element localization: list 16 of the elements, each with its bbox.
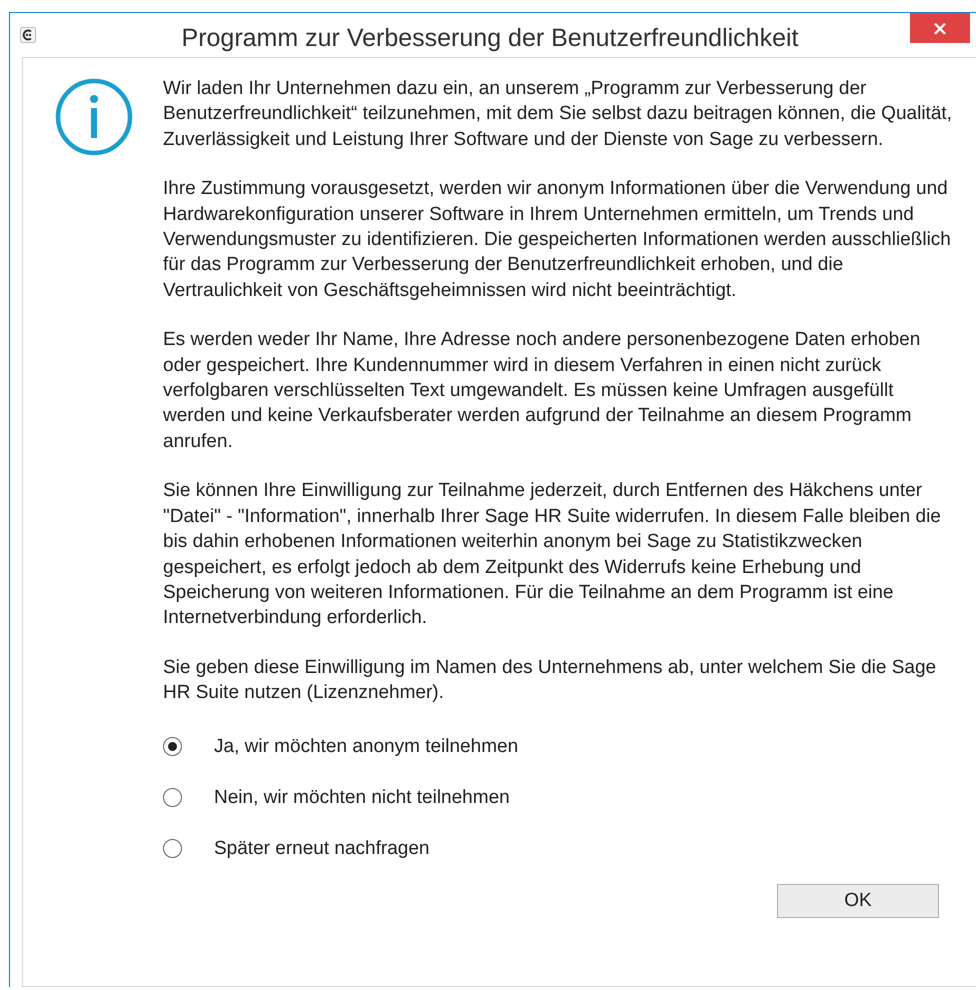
- info-paragraph: Sie geben diese Einwilligung im Namen des Unternehmens ab, unter welchem Sie die Sage HR Suite nutzen (Lizenznehmer).: [163, 656, 938, 706]
- info-paragraph: Es werden weder Ihr Name, Ihre Adresse noch andere personenbezogene Daten erhoben oder gespeichert. Ihre Kundennummer wird in diesem Verfahren in einen nicht zurück verfolgbaren verschlüsselten Text umgewandelt. Es müssen keine Umfragen ausgefüllt werden und keine Verkaufsberater werden aufgrund der Teilnahme an diesem Programm anrufen.: [163, 328, 922, 454]
- info-paragraph: Sie können Ihre Einwilligung zur Teilnahme jederzeit, durch Entfernen des Häkchens unter "Datei" - "Information", innerhalb Ihrer Sage HR Suite widerrufen. In diesem Falle bleiben die bis dahin erhobenen Informationen weiterhin anonym bei Sage zu Statistikzwecken gespeichert, es erfolgt jedoch ab dem Zeitpunkt des Widerrufs keine Erhebung und Speicherung von weiteren Informationen. Für die Teilnahme an dem Programm ist eine Internetverbindung erforderlich.: [163, 479, 942, 630]
- info-paragraph: Ihre Zustimmung vorausgesetzt, werden wir anonym Informationen über die Verwendung und Hardwarekonfiguration unserer Software in Ihrem Unternehmen ermitteln, um Trends und Verwendungsmuster zu identifizieren. Die gespeicherten Informationen werden ausschließlich für das Programm zur Verbesserung der Benutzerfreundlichkeit erhoben, und die Vertraulichkeit von Geschäftsgeheimnissen wird nicht beeinträchtigt.: [163, 177, 952, 303]
- radio-label: Ja, wir möchten anonym teilnehmen: [214, 736, 518, 758]
- close-button[interactable]: ×: [910, 13, 970, 43]
- window-title: Programm zur Verbesserung der Benutzerfreundlichkeit: [180, 22, 800, 52]
- radio-label: Nein, wir möchten nicht teilnehmen: [214, 786, 510, 809]
- ok-button[interactable]: OK: [777, 884, 939, 918]
- app-icon: [20, 27, 36, 43]
- radio-button[interactable]: [163, 788, 182, 808]
- radio-button[interactable]: [163, 839, 182, 858]
- info-icon: [55, 78, 133, 156]
- radio-button[interactable]: [163, 737, 182, 756]
- info-paragraph: Wir laden Ihr Unternehmen dazu ein, an unserem „Programm zur Verbesserung der Benutzerfreundlichkeit“ teilzunehmen, mit dem Sie selbst dazu beitragen können, die Qualität, Zuverlässigkeit und Leistung Ihrer Software und der Dienste von Sage zu verbessern.: [163, 77, 953, 152]
- radio-label: Später erneut nachfragen: [214, 838, 430, 860]
